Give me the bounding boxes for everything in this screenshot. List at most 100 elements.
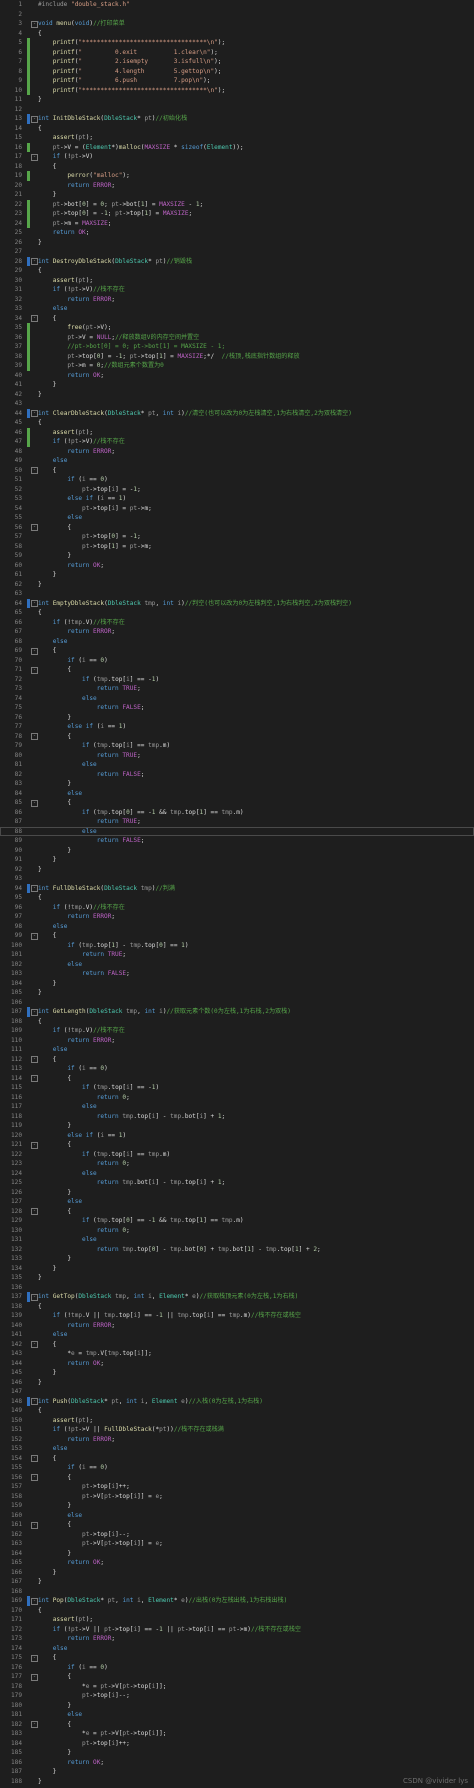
code-line[interactable]: 91 } [0,855,474,865]
code-line[interactable]: 103 return FALSE; [0,969,474,979]
code-line[interactable]: 124 else [0,1169,474,1179]
code-line[interactable]: 125 return tmp.bot[i] - tmp.top[i] + 1; [0,1178,474,1188]
code-line[interactable]: 186 return OK; [0,1758,474,1768]
code-line[interactable]: 123 return 0; [0,1159,474,1169]
fold-toggle-icon[interactable]: - [31,666,38,674]
code-line[interactable]: 183 *e = pt->V[pt->top[i]]; [0,1729,474,1739]
fold-toggle-icon[interactable]: - [31,1008,38,1016]
code-line[interactable]: 115 if (tmp.top[i] == -1) [0,1083,474,1093]
code-line[interactable]: 31 if (!pt->V)//栈不存在 [0,285,474,295]
code-line[interactable]: 131 else [0,1235,474,1245]
code-line[interactable]: 83 } [0,779,474,789]
code-line[interactable]: 24 pt->m = MAXSIZE; [0,218,474,228]
code-line[interactable]: 155 if (i == 0) [0,1463,474,1473]
code-line[interactable]: 52 pt->top[i] = -1; [0,485,474,495]
fold-toggle-icon[interactable]: - [31,1597,38,1605]
code-line[interactable]: 1 #include "double_stack.h" [0,0,474,10]
fold-toggle-icon[interactable]: - [31,115,38,123]
code-line[interactable]: 58 pt->top[1] = pt->m; [0,542,474,552]
code-line[interactable]: 44 - int ClearDbleStack(DbleStack* pt, int… [0,408,474,418]
code-line[interactable]: 110 return ERROR; [0,1036,474,1046]
code-line[interactable]: 74 else [0,694,474,704]
fold-toggle-icon[interactable]: - [31,467,38,474]
code-line[interactable]: 108 { [0,1017,474,1027]
code-line[interactable]: 66 if (!tmp.V)//栈不存在 [0,618,474,628]
code-line[interactable]: 45 { [0,418,474,428]
code-line[interactable]: 116 return 0; [0,1093,474,1103]
fold-toggle-icon[interactable]: - [31,1341,38,1348]
code-line[interactable]: 63 [0,589,474,599]
fold-toggle-icon[interactable]: - [31,799,38,807]
code-line[interactable]: 7 printf(" 2.isempty 3.isfull\n"); [0,57,474,67]
code-line[interactable]: 28 - int DestroyDbleStack(DbleStack* pt)//… [0,256,474,266]
fold-toggle-icon[interactable]: - [31,1673,38,1681]
fold-toggle-icon[interactable]: - [31,1654,38,1662]
code-line[interactable]: 20 return ERROR; [0,181,474,191]
code-line[interactable]: 140 return ERROR; [0,1321,474,1331]
code-line[interactable]: 168 [0,1587,474,1597]
code-line[interactable]: 159 } [0,1501,474,1511]
code-line[interactable]: 85 - { [0,798,474,808]
code-line[interactable]: 62} [0,580,474,590]
code-line[interactable]: 135} [0,1273,474,1283]
code-line[interactable]: 178 *e = pt->V[pt->top[i]]; [0,1682,474,1692]
code-line[interactable]: 38 pt->top[0] = -1; pt->top[1] = MAXSIZE… [0,351,474,361]
fold-toggle-icon[interactable]: - [31,315,38,322]
fold-toggle-icon[interactable]: - [31,932,38,940]
code-line[interactable]: 5 printf("******************************… [0,38,474,48]
code-line[interactable]: 152 return ERROR; [0,1435,474,1445]
code-line[interactable]: 181 else [0,1710,474,1720]
code-line[interactable]: 102 else [0,960,474,970]
code-line[interactable]: 134 } [0,1264,474,1274]
code-line[interactable]: 96 if (!tmp.V)//栈不存在 [0,903,474,913]
code-line[interactable]: 4{ [0,29,474,39]
fold-toggle-icon[interactable]: - [31,1455,38,1462]
code-line[interactable]: 37 //pt->bot[0] = 0; pt->bot[1] = MAXSIZ… [0,342,474,352]
code-line[interactable]: 14 { [0,124,474,134]
code-line[interactable]: 30 assert(pt); [0,276,474,286]
code-line[interactable]: 64 - int EmptyDbleStack(DbleStack tmp, int… [0,598,474,608]
code-line[interactable]: 182 - { [0,1720,474,1730]
code-line[interactable]: 9 printf(" 6.push 7.pop\n"); [0,76,474,86]
fold-toggle-icon[interactable]: - [31,1721,38,1728]
fold-toggle-icon[interactable]: - [31,1075,38,1082]
code-line[interactable]: 165 return OK; [0,1558,474,1568]
code-line[interactable]: 143 *e = tmp.V[tmp.top[i]]; [0,1349,474,1359]
code-line[interactable]: 92} [0,865,474,875]
code-line[interactable]: 54 pt->top[i] = pt->m; [0,504,474,514]
code-line[interactable]: 32 return ERROR; [0,295,474,305]
code-line[interactable]: 19 perror("malloc"); [0,171,474,181]
code-line[interactable]: 150 assert(pt); [0,1416,474,1426]
code-line[interactable]: 146} [0,1378,474,1388]
code-line[interactable]: 167} [0,1577,474,1587]
code-line[interactable]: 72 if (tmp.top[i] == -1) [0,675,474,685]
fold-toggle-icon[interactable]: - [31,600,38,607]
code-line[interactable]: 129 if (tmp.top[0] == -1 && tmp.top[1] =… [0,1216,474,1226]
code-line[interactable]: 80 return TRUE; [0,751,474,761]
code-line[interactable]: 87 return TRUE; [0,817,474,827]
code-line[interactable]: 90 } [0,846,474,856]
code-line[interactable]: 71 - { [0,665,474,675]
code-line[interactable]: 59 } [0,551,474,561]
code-line[interactable]: 184 pt->top[i]++; [0,1739,474,1749]
code-line[interactable]: 25 return OK; [0,228,474,238]
code-line[interactable]: 76 } [0,713,474,723]
code-line[interactable]: 46 assert(pt); [0,427,474,437]
code-line[interactable]: 16 pt->V = (Element*)malloc(MAXSIZE * si… [0,142,474,152]
code-line[interactable]: 95 { [0,893,474,903]
fold-toggle-icon[interactable]: - [31,1521,38,1529]
fold-toggle-icon[interactable]: - [31,153,38,161]
code-line[interactable]: 60 return OK; [0,561,474,571]
fold-toggle-icon[interactable]: - [31,524,38,531]
code-line[interactable]: 173 return ERROR; [0,1634,474,1644]
code-line[interactable]: 33 else [0,304,474,314]
fold-toggle-icon[interactable]: - [31,1398,38,1405]
code-line[interactable]: 132 return tmp.top[0] - tmp.bot[0] + tmp… [0,1245,474,1255]
code-line[interactable]: 78 - { [0,732,474,742]
code-line[interactable]: 11} [0,95,474,105]
code-line[interactable]: 121 - { [0,1140,474,1150]
code-line[interactable]: 81 else [0,760,474,770]
code-line[interactable]: 26} [0,238,474,248]
code-line[interactable]: 170 { [0,1606,474,1616]
code-line[interactable]: 114 - { [0,1074,474,1084]
